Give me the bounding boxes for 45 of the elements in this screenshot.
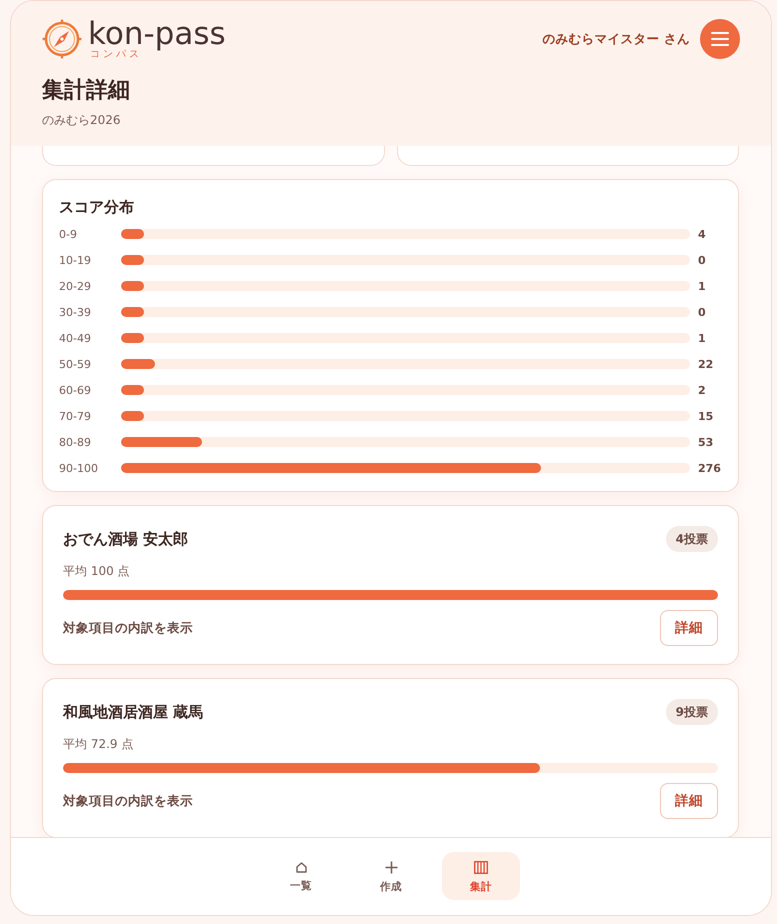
nav-tab[interactable]: 作成: [352, 852, 430, 900]
range-label: 80-89: [59, 436, 91, 448]
vote-count: 4: [698, 228, 706, 240]
average-score: 平均 100 点: [63, 563, 130, 580]
detail-button[interactable]: 詳細: [660, 783, 718, 819]
compass-icon: [42, 19, 82, 59]
store-name: おでん酒場 安太郎: [63, 530, 188, 548]
average-score: 平均 72.9 点: [63, 736, 134, 753]
card-title: スコア分布: [59, 197, 134, 218]
vote-badge: 9投票: [666, 699, 718, 725]
plus-icon: [384, 860, 398, 874]
logo-reading: コンパス: [90, 48, 142, 60]
vote-count: 0: [698, 254, 706, 266]
range-label: 50-59: [59, 358, 91, 370]
vote-count: 53: [698, 436, 714, 448]
menu-icon: [711, 32, 729, 46]
vote-count: 15: [698, 410, 714, 422]
vote-count: 2: [698, 384, 706, 396]
columns-icon: [474, 860, 488, 874]
detail-button[interactable]: 詳細: [660, 610, 718, 646]
nav-tab[interactable]: 集計: [442, 852, 520, 900]
store-name: 和風地酒居酒屋 蔵馬: [63, 702, 204, 722]
vote-count: 1: [698, 332, 706, 344]
vote-count: 1: [698, 280, 706, 292]
range-label: 90-100: [59, 462, 98, 474]
vote-badge: 4投票: [666, 526, 718, 552]
range-label: 10-19: [59, 254, 91, 266]
vote-count: 0: [698, 306, 706, 318]
range-label: 40-49: [59, 332, 91, 344]
range-label: 30-39: [59, 306, 91, 318]
vote-count: 22: [698, 358, 714, 370]
page-subtitle: のみむら2026: [42, 112, 121, 129]
range-label: 0-9: [59, 228, 77, 240]
breakdown-label: 対象項目の内訳を表示: [63, 620, 193, 636]
logo-wordmark: kon-pass: [88, 18, 226, 48]
menu-button[interactable]: [700, 19, 740, 59]
nav-tab[interactable]: 一覧: [262, 852, 340, 900]
range-label: 20-29: [59, 280, 91, 292]
range-label: 60-69: [59, 384, 91, 396]
home-icon: [296, 862, 306, 872]
user-name: のみむらマイスター さん: [542, 30, 690, 48]
page-title: 集計詳細: [42, 77, 130, 105]
range-label: 70-79: [59, 410, 91, 422]
vote-count: 276: [698, 462, 721, 474]
breakdown-label: 対象項目の内訳を表示: [63, 792, 193, 810]
